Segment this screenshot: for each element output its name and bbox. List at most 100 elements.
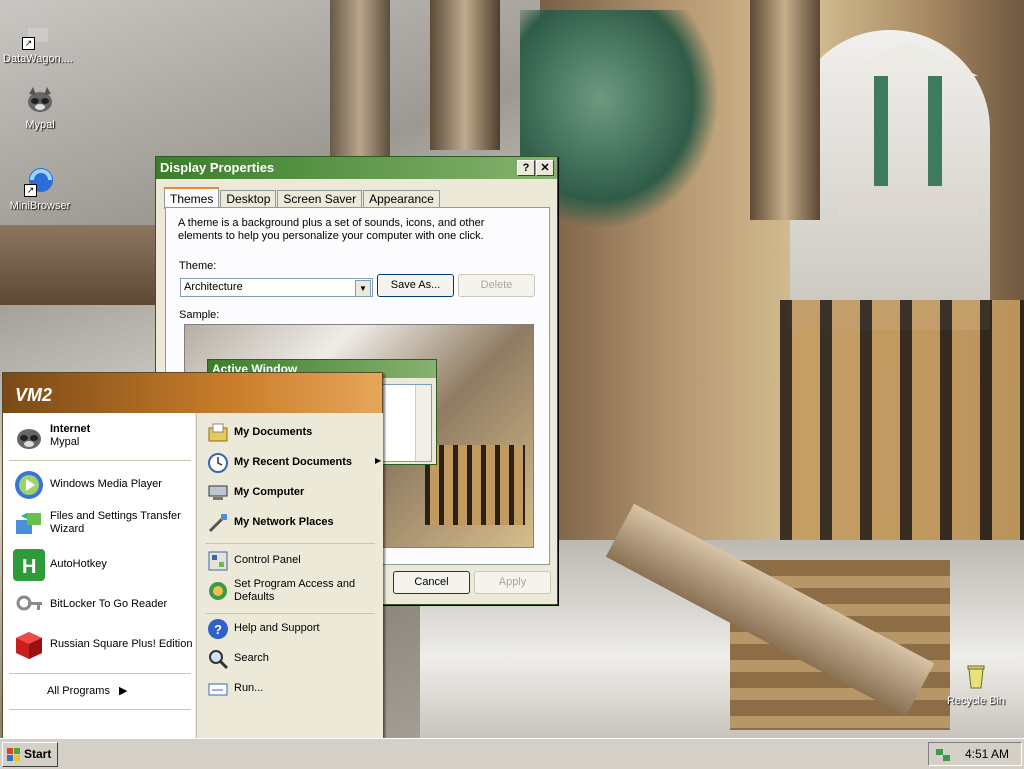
start-item-bitlocker[interactable]: BitLocker To Go Reader xyxy=(9,587,193,623)
desktop-icon-label: Mypal xyxy=(25,119,55,131)
desktop-icon-recycle-bin[interactable]: Recycle Bin xyxy=(938,660,1014,707)
desktop-icon-minibrowser[interactable]: ↗ MiniBrowser xyxy=(2,165,78,212)
desktop-icon-label: DataWagon.... xyxy=(3,53,73,65)
transfer-wizard-icon xyxy=(13,508,45,540)
start-item-windows-media-player[interactable]: Windows Media Player xyxy=(9,467,193,503)
desktop-icon-datawagon[interactable]: ↗ DataWagon.... xyxy=(0,18,76,65)
close-button[interactable]: ✕ xyxy=(536,160,554,176)
control-panel-icon xyxy=(207,550,229,572)
start-button[interactable]: Start xyxy=(2,742,58,767)
desktop-icon-mypal[interactable]: Mypal xyxy=(2,84,78,131)
sample-scrollbar xyxy=(415,385,431,461)
recycle-bin-icon xyxy=(960,660,992,692)
separator xyxy=(9,709,191,710)
cancel-button[interactable]: Cancel xyxy=(393,571,470,594)
my-documents-folder-icon xyxy=(207,422,229,444)
wallpaper-pavilion xyxy=(838,40,978,220)
themes-description: A theme is a background plus a set of so… xyxy=(178,217,485,242)
start-item-control-panel[interactable]: Control Panel xyxy=(203,548,379,574)
chevron-down-icon[interactable]: ▼ xyxy=(355,280,371,297)
arrow-right-icon: ▶ xyxy=(375,456,382,465)
start-item-my-documents[interactable]: My Documents xyxy=(203,420,379,446)
start-item-my-network-places[interactable]: My Network Places xyxy=(203,510,379,536)
arrow-right-icon: ▶ xyxy=(119,685,128,697)
all-programs-label: All Programs xyxy=(47,685,110,697)
autohotkey-icon: H xyxy=(13,549,45,581)
separator xyxy=(205,613,375,614)
start-item-title: Set Program Access and Defaults xyxy=(234,578,356,603)
separator xyxy=(9,460,191,461)
start-item-my-computer[interactable]: My Computer xyxy=(203,480,379,506)
datawagon-icon: ↗ xyxy=(22,18,54,50)
theme-select[interactable]: Architecture ▼ xyxy=(180,278,373,297)
start-item-title: Control Panel xyxy=(234,554,301,566)
start-item-program-access[interactable]: Set Program Access and Defaults xyxy=(203,578,379,610)
all-programs-button[interactable]: All Programs ▶ xyxy=(47,684,128,697)
minibrowser-icon: ↗ xyxy=(24,165,56,197)
theme-select-value: Architecture xyxy=(184,281,243,293)
start-menu-header: VM2 xyxy=(3,373,382,413)
desktop-icon-label: Recycle Bin xyxy=(946,695,1006,707)
separator xyxy=(9,673,191,674)
tab-desktop[interactable]: Desktop xyxy=(220,190,277,208)
start-item-autohotkey[interactable]: H AutoHotkey xyxy=(9,547,193,583)
start-item-russian-square[interactable]: Russian Square Plus! Edition xyxy=(9,627,193,663)
help-button[interactable]: ? xyxy=(517,160,535,176)
network-status-icon[interactable] xyxy=(935,747,951,761)
start-item-title: Files and Settings Transfer Wizard xyxy=(50,510,181,535)
wallpaper-pillar xyxy=(430,0,500,150)
apply-button[interactable]: Apply xyxy=(474,571,551,594)
my-computer-icon xyxy=(207,482,229,504)
user-name: VM2 xyxy=(15,385,53,405)
run-icon xyxy=(207,678,229,700)
start-item-run[interactable]: Run... xyxy=(203,676,379,702)
program-access-icon xyxy=(207,580,229,602)
start-menu[interactable]: VM2 Internet Mypal Windows Media Player … xyxy=(2,372,383,742)
wallpaper-bars xyxy=(780,300,1024,560)
wallpaper-pillar xyxy=(750,0,820,220)
shortcut-arrow-icon: ↗ xyxy=(22,37,35,50)
start-label: Start xyxy=(24,747,52,761)
start-item-internet[interactable]: Internet Mypal xyxy=(9,419,193,455)
save-as-button[interactable]: Save As... xyxy=(377,274,454,297)
recent-documents-clock-icon xyxy=(207,452,229,474)
sample-wallpaper-bars xyxy=(425,445,525,525)
start-item-title: Run... xyxy=(234,682,264,694)
start-item-title: Russian Square Plus! Edition xyxy=(50,638,193,650)
windows-logo-icon xyxy=(7,748,21,762)
start-item-title: Help and Support xyxy=(234,622,320,634)
system-tray: 4:51 AM xyxy=(928,742,1022,766)
clock[interactable]: 4:51 AM xyxy=(965,743,1009,765)
start-item-title: My Documents xyxy=(234,426,313,438)
start-item-title: BitLocker To Go Reader xyxy=(50,598,168,610)
delete-button[interactable]: Delete xyxy=(458,274,535,297)
media-player-icon xyxy=(13,469,45,501)
start-item-title: My Computer xyxy=(234,486,305,498)
tab-themes[interactable]: Themes xyxy=(164,187,220,209)
search-icon xyxy=(207,648,229,670)
start-item-title: Windows Media Player xyxy=(50,478,162,490)
russian-square-cube-icon xyxy=(13,629,45,661)
taskbar: Start 4:51 AM xyxy=(0,738,1024,769)
start-item-search[interactable]: Search xyxy=(203,646,379,672)
theme-label: Theme: xyxy=(179,260,217,272)
window-title: Display Properties xyxy=(160,160,275,175)
start-item-my-recent-documents[interactable]: My Recent Documents ▶ xyxy=(203,450,382,476)
wallpaper-pillar xyxy=(330,0,390,180)
start-menu-programs: Internet Mypal Windows Media Player File… xyxy=(3,413,195,741)
start-item-help-support[interactable]: ? Help and Support xyxy=(203,616,379,642)
mypal-raccoon-icon xyxy=(13,421,45,453)
desktop-icon-label: MiniBrowser xyxy=(9,200,71,212)
start-item-files-settings-transfer[interactable]: Files and Settings Transfer Wizard xyxy=(9,506,193,542)
start-item-title: My Recent Documents xyxy=(234,456,352,468)
svg-text:H: H xyxy=(22,556,36,578)
tab-appearance[interactable]: Appearance xyxy=(363,190,440,208)
window-titlebar[interactable]: Display Properties ? ✕ xyxy=(156,157,557,179)
start-menu-places: My Documents My Recent Documents ▶ My Co… xyxy=(196,413,383,741)
start-item-title: My Network Places xyxy=(234,516,334,528)
shortcut-arrow-icon: ↗ xyxy=(24,184,37,197)
tab-strip: Themes Desktop Screen Saver Appearance xyxy=(164,187,441,209)
tab-screen-saver[interactable]: Screen Saver xyxy=(277,190,363,208)
sample-label: Sample: xyxy=(179,309,220,321)
help-icon: ? xyxy=(207,618,229,640)
